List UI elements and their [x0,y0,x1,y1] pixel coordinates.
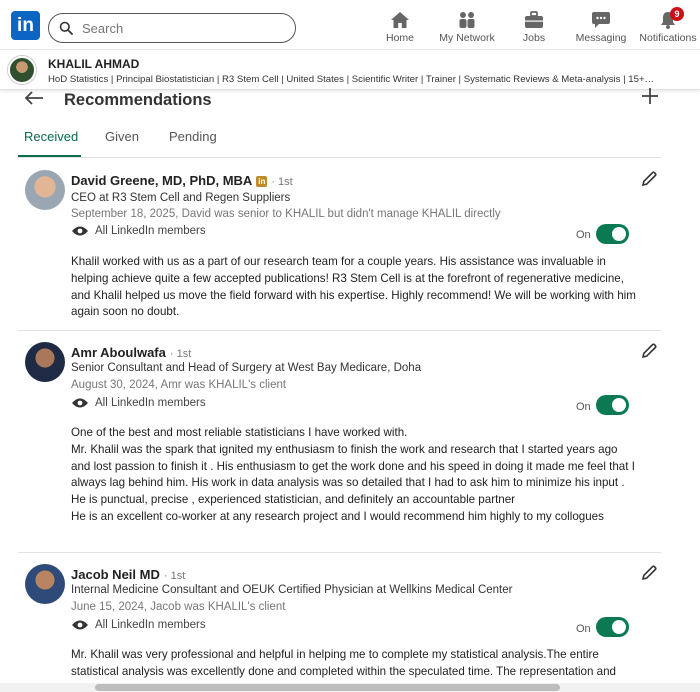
network-icon [459,12,475,28]
recommendation-text: Khalil worked with us as a part of our r… [71,254,636,321]
recommender-avatar[interactable] [25,342,65,382]
recommendation-card: David Greene, MD, PhD, MBA in · 1st CEO at… [18,168,661,328]
visibility-toggle[interactable] [596,224,629,244]
notification-badge: 9 [670,7,684,21]
connection-degree: · 1st [271,176,293,188]
profile-avatar[interactable] [8,56,36,84]
nav-home[interactable]: Home [382,9,418,47]
briefcase-icon [525,11,543,28]
recommender-title: Internal Medicine Consultant and OEUK Ce… [71,584,513,596]
recommendation-text: Mr. Khalil was very professional and hel… [71,647,636,681]
recommender-avatar[interactable] [25,564,65,604]
nav-home-label: Home [385,32,414,44]
eye-icon [72,226,88,236]
tab-pending[interactable]: Pending [169,129,217,144]
messaging-icon [592,12,610,28]
back-arrow-icon[interactable] [24,86,44,112]
search-input[interactable] [82,19,282,37]
recommender-avatar[interactable] [25,170,65,210]
connection-degree: · 1st [163,570,186,582]
nav-messaging-label: Messaging [575,32,627,44]
nav-my-network[interactable]: My Network [437,9,497,47]
edit-pencil-icon[interactable] [640,342,658,365]
nav-notifications-label: Notifications [639,32,697,44]
recommender-name[interactable]: David Greene, MD, PhD, MBA in · 1st [71,173,293,188]
nav-messaging[interactable]: Messaging [574,9,628,47]
eye-icon [72,620,88,630]
nav-jobs-label: Jobs [522,32,546,44]
card-divider [18,330,661,331]
visibility-setting: All LinkedIn members [71,619,206,631]
edit-pencil-icon[interactable] [640,170,658,193]
recommendation-date: June 15, 2024, Jacob was KHALIL's client [71,601,286,613]
recommendation-date: September 18, 2025, David was senior to … [71,208,501,220]
eye-icon [72,398,88,408]
recommendation-date: August 30, 2024, Amr was KHALIL's client [71,379,287,391]
recommender-title: Senior Consultant and Head of Surgery at… [71,362,422,374]
visibility-setting: All LinkedIn members [71,397,206,409]
add-icon[interactable] [641,84,659,112]
recommendation-paragraph: He is punctual, precise , experienced st… [71,493,516,507]
tab-given[interactable]: Given [105,129,139,144]
home-icon [391,12,409,28]
recommendation-card: Jacob Neil MD · 1st Internal Medicine Con… [18,562,661,687]
linkedin-logo[interactable]: in [11,11,40,40]
tab-received[interactable]: Received [24,129,78,144]
edit-pencil-icon[interactable] [640,564,658,587]
recommender-name[interactable]: Amr Aboulwafa · 1st [71,345,191,360]
profile-headline: HoD Statistics | Principal Biostatistici… [48,74,655,85]
visibility-toggle[interactable] [596,617,629,637]
recommendation-card: Amr Aboulwafa · 1st Senior Consultant and… [18,340,661,545]
nav-notifications[interactable]: 9 Notifications [638,7,698,47]
toggle-label: On [576,623,591,635]
recommendation-text: One of the best and most reliable statis… [71,425,636,526]
nav-my-network-label: My Network [439,32,495,44]
recommendation-paragraph: Mr. Khalil was the spark that ignited my… [71,442,635,490]
page-title: Recommendations [64,91,212,109]
toggle-label: On [576,229,591,241]
recommendation-paragraph: He is an excellent co-worker at any rese… [71,509,604,523]
connection-degree: · 1st [169,348,192,360]
search-box[interactable] [48,13,296,43]
card-divider [18,552,661,553]
top-navigation-bar: in Home My Network Jobs Messaging 9 Noti… [0,0,700,50]
recommendation-paragraph: Khalil worked with us as a part of our r… [71,255,636,319]
recommendation-paragraph: One of the best and most reliable statis… [71,426,408,439]
recommendation-paragraph: Mr. Khalil was very professional and hel… [71,648,617,678]
linkedin-premium-icon: in [256,176,268,187]
profile-name[interactable]: KHALIL AHMAD [48,57,139,71]
nav-jobs[interactable]: Jobs [516,9,552,47]
tabs-divider [18,157,661,158]
visibility-setting: All LinkedIn members [71,225,206,237]
visibility-toggle[interactable] [596,395,629,415]
recommender-title: CEO at R3 Stem Cell and Regen Suppliers [71,192,291,204]
horizontal-scrollbar-thumb[interactable] [95,684,560,691]
search-icon [59,21,73,35]
toggle-label: On [576,401,591,413]
recommender-name[interactable]: Jacob Neil MD · 1st [71,567,185,582]
